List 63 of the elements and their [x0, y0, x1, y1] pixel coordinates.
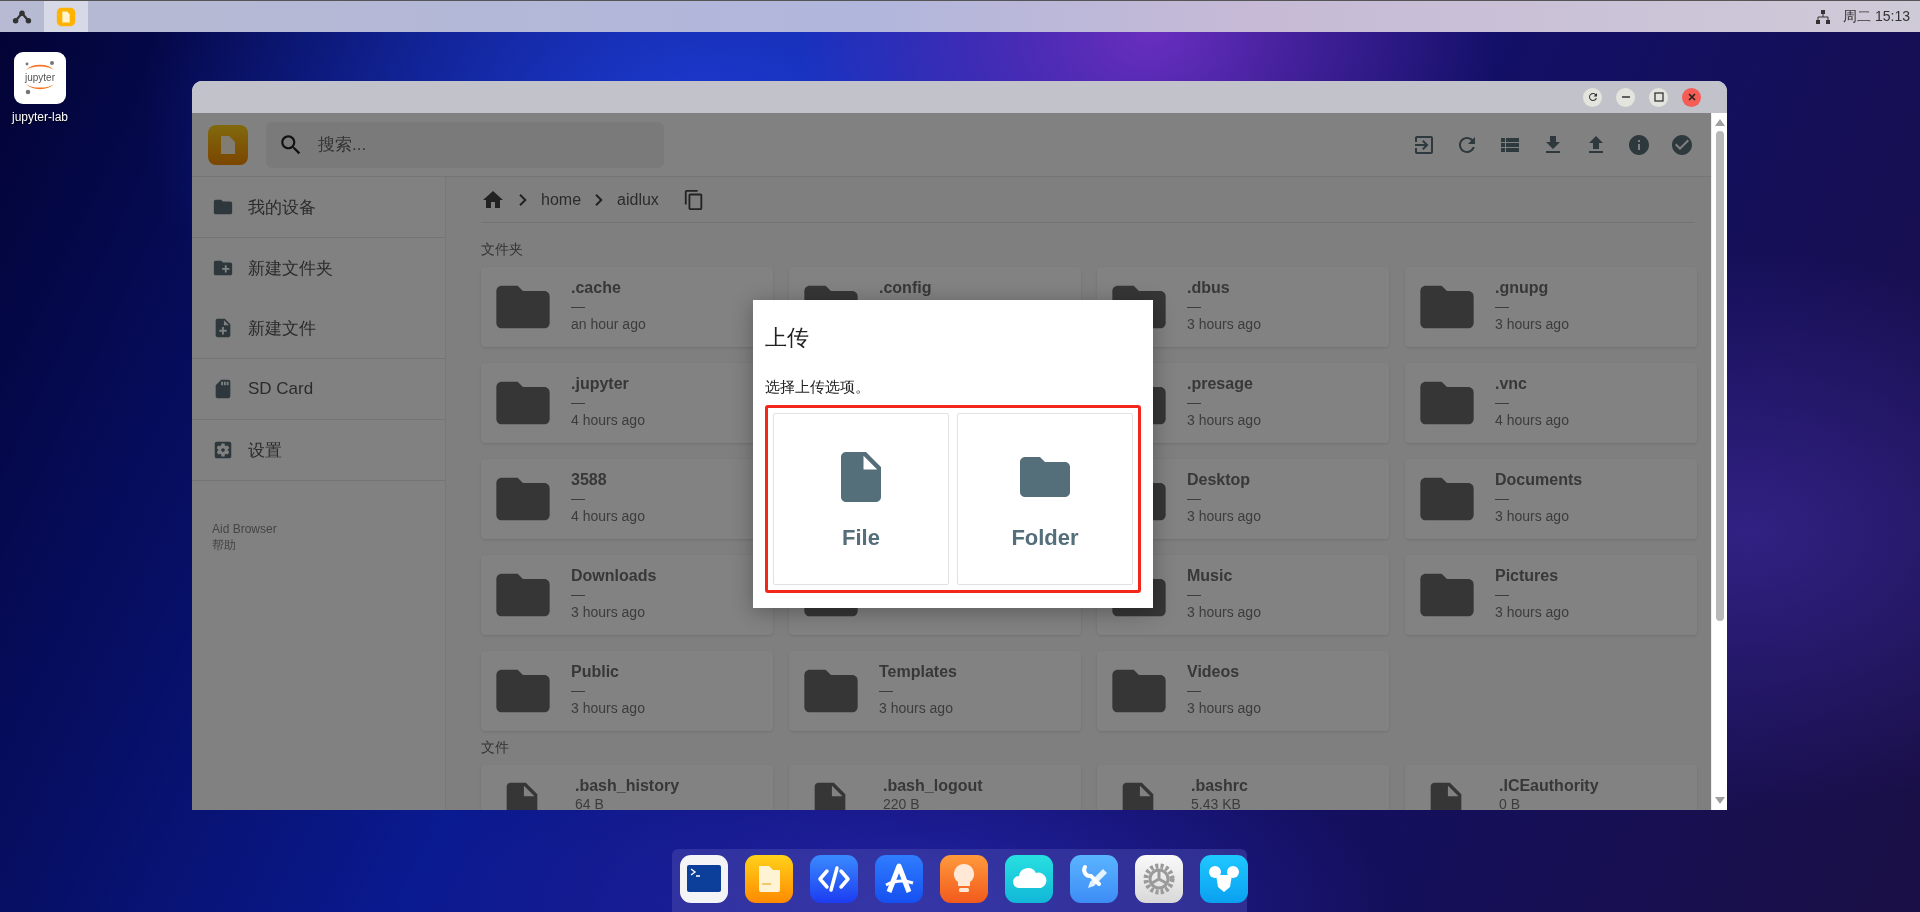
item-name: .jupyter — [571, 374, 630, 393]
modified-time: 3 hours ago — [1495, 508, 1570, 525]
item-name: .bashrc — [1191, 776, 1248, 795]
item-name: Desktop — [1187, 470, 1252, 489]
item-size: — — [1495, 586, 1510, 603]
item-size: 220 B — [883, 796, 921, 810]
item-size: — — [1495, 394, 1510, 411]
desktop-icon-label: jupyter-lab — [12, 110, 68, 124]
sidebar-label: SD Card — [248, 379, 314, 399]
clock: 周二 15:13 — [1843, 7, 1910, 26]
item-size: 0 B — [1499, 796, 1521, 810]
modified-time: an hour ago — [571, 316, 646, 333]
item-size: — — [571, 298, 586, 315]
item-size: — — [1495, 298, 1510, 315]
item-size: — — [1495, 490, 1510, 507]
item-size: — — [1187, 586, 1202, 603]
modified-time: 3 hours ago — [1187, 508, 1261, 525]
modified-time: 3 hours ago — [1495, 604, 1569, 621]
item-name: .bash_history — [575, 776, 680, 795]
modified-time: 3 hours ago — [1495, 316, 1569, 333]
item-name: Videos — [1187, 662, 1241, 681]
modified-time: 3 hours ago — [1187, 316, 1261, 333]
item-name: .ICEauthority — [1499, 776, 1599, 795]
item-name: Public — [571, 662, 620, 681]
modified-time: 3 hours ago — [1187, 412, 1261, 429]
modified-time: 4 hours ago — [1495, 412, 1569, 429]
modified-time: 3 hours ago — [571, 700, 645, 717]
item-name: Documents — [1495, 470, 1583, 489]
item-name: .vnc — [1495, 374, 1528, 393]
item-name: .cache — [571, 278, 622, 297]
sidebar-label: 我的设备 — [248, 196, 316, 219]
item-name: .bash_logout — [883, 776, 983, 795]
item-name: .gnupg — [1495, 278, 1550, 297]
modified-time: 3 hours ago — [1187, 604, 1261, 621]
item-name: Templates — [879, 662, 957, 681]
modified-time: 4 hours ago — [571, 412, 645, 429]
item-name: .config — [879, 278, 932, 297]
item-size: — — [1187, 298, 1202, 315]
item-size: — — [1187, 394, 1202, 411]
item-size: — — [571, 490, 586, 507]
item-size: — — [1187, 490, 1202, 507]
sidebar-label: 新建文件 — [248, 317, 316, 340]
modified-time: 3 hours ago — [879, 700, 954, 717]
item-size: 5.43 KB — [1191, 796, 1242, 810]
item-name: 3588 — [571, 470, 608, 489]
item-name: Pictures — [1495, 566, 1560, 585]
sidebar-label: 新建文件夹 — [248, 257, 333, 280]
item-size: — — [879, 682, 894, 699]
item-size: — — [571, 586, 586, 603]
item-size: — — [571, 682, 586, 699]
section-heading: 文件夹 — [481, 240, 524, 259]
modified-time: 3 hours ago — [571, 604, 646, 621]
section-heading: 文件 — [481, 738, 510, 757]
modified-time: 3 hours ago — [1187, 700, 1261, 717]
item-name: Downloads — [571, 566, 657, 585]
item-size: — — [1187, 682, 1202, 699]
modified-time: 4 hours ago — [571, 508, 645, 525]
item-size: 64 B — [575, 796, 605, 810]
item-name: .dbus — [1187, 278, 1231, 297]
item-name: .presage — [1187, 374, 1254, 393]
item-name: Music — [1187, 566, 1234, 585]
item-size: — — [571, 394, 586, 411]
sidebar-label: 设置 — [248, 439, 282, 462]
